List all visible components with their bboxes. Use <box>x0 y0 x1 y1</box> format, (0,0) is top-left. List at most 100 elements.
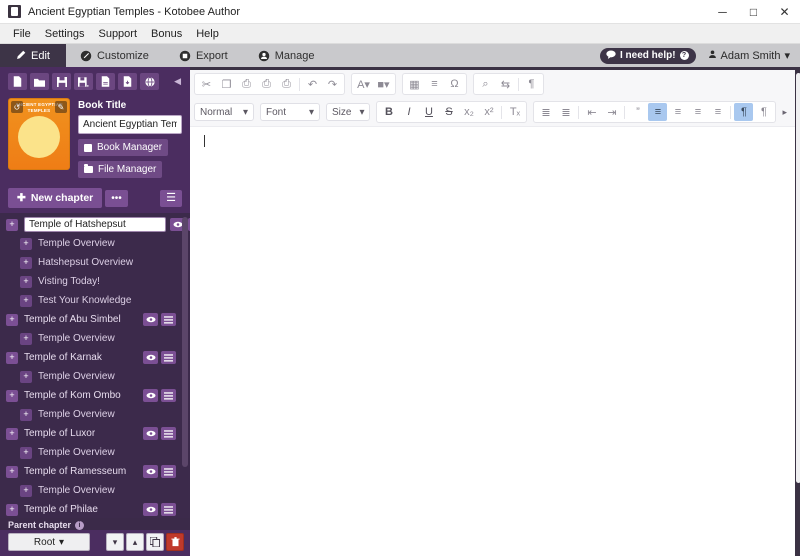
expand-node-icon[interactable]: + <box>6 313 18 326</box>
eye-icon[interactable] <box>143 503 158 516</box>
save-icon[interactable] <box>52 73 71 90</box>
paste-text-icon[interactable]: ⎙ <box>257 75 276 93</box>
menu-help[interactable]: Help <box>189 26 226 42</box>
expand-node-icon[interactable]: + <box>20 237 32 250</box>
move-up-button[interactable]: ▴ <box>126 533 144 551</box>
table-icon[interactable]: ▦ <box>405 75 424 93</box>
node-menu-icon[interactable] <box>161 351 176 364</box>
publish-globe-icon[interactable] <box>140 73 159 90</box>
blockquote-icon[interactable]: ” <box>628 103 647 121</box>
expand-node-icon[interactable]: + <box>20 275 32 288</box>
redo-icon[interactable]: ↷ <box>323 75 342 93</box>
tab-edit[interactable]: Edit <box>0 44 66 67</box>
text-color-icon[interactable]: A▾ <box>354 75 373 93</box>
book-manager-button[interactable]: Book Manager <box>78 139 169 156</box>
eye-icon[interactable] <box>143 427 158 440</box>
eye-icon[interactable] <box>143 465 158 478</box>
tree-node[interactable]: + Temple of Luxor <box>0 424 180 443</box>
edit-icon[interactable]: ✎ <box>55 101 67 113</box>
new-file-icon[interactable] <box>8 73 27 90</box>
eye-icon[interactable] <box>143 389 158 402</box>
cut-icon[interactable]: ✂ <box>197 75 216 93</box>
editor-scrollbar[interactable] <box>796 73 800 483</box>
node-menu-icon[interactable] <box>161 465 176 478</box>
eye-icon[interactable] <box>143 351 158 364</box>
italic-icon[interactable]: I <box>399 103 418 121</box>
close-button[interactable]: ✕ <box>769 0 800 24</box>
page-break-icon[interactable]: ¶ <box>522 75 541 93</box>
parent-chapter-select[interactable]: Root ▾ <box>8 533 90 551</box>
maximize-button[interactable]: □ <box>738 0 769 24</box>
ltr-direction-icon[interactable]: ¶ <box>734 103 754 121</box>
help-button[interactable]: I need help! ? <box>599 47 696 64</box>
tree-node[interactable]: + Temple Overview <box>0 234 180 253</box>
eye-icon[interactable] <box>143 313 158 326</box>
underline-icon[interactable]: U <box>419 103 438 121</box>
justify-icon[interactable]: ≡ <box>708 103 727 121</box>
increase-indent-icon[interactable]: ⇥ <box>602 103 621 121</box>
tree-node[interactable]: + Temple Overview <box>0 443 180 462</box>
paste-word-icon[interactable]: ⎙ <box>277 75 296 93</box>
chapter-name-input[interactable] <box>24 217 166 232</box>
rtl-direction-icon[interactable]: ¶ <box>754 103 773 121</box>
superscript-icon[interactable]: x² <box>479 103 498 121</box>
expand-node-icon[interactable]: + <box>6 389 18 402</box>
expand-node-icon[interactable]: + <box>6 351 18 364</box>
new-chapter-button[interactable]: ✚ New chapter <box>8 188 103 208</box>
format-select[interactable]: Normal ▾ <box>194 103 254 121</box>
remove-format-icon[interactable]: Tₓ <box>505 103 524 121</box>
align-center-icon[interactable]: ≡ <box>668 103 687 121</box>
file-manager-button[interactable]: File Manager <box>78 161 163 178</box>
copy-icon[interactable]: ❐ <box>217 75 236 93</box>
tree-node[interactable]: + Temple Overview <box>0 329 180 348</box>
trash-icon[interactable] <box>166 533 184 551</box>
expand-node-icon[interactable]: + <box>20 332 32 345</box>
book-title-input[interactable] <box>78 115 182 134</box>
horizontal-rule-icon[interactable]: ≡ <box>425 75 444 93</box>
tree-node[interactable]: + Temple Overview <box>0 481 180 500</box>
bulleted-list-icon[interactable]: ≣ <box>556 103 575 121</box>
strikethrough-icon[interactable]: S <box>439 103 458 121</box>
expand-node-icon[interactable]: + <box>20 294 32 307</box>
save-as-icon[interactable] <box>74 73 93 90</box>
minimize-button[interactable]: ─ <box>707 0 738 24</box>
refresh-icon[interactable]: ↺ <box>11 101 23 113</box>
expand-node-icon[interactable]: + <box>20 256 32 269</box>
export-pdf-icon[interactable] <box>96 73 115 90</box>
book-cover-thumbnail[interactable]: ANCIENT EGYPTIAN TEMPLES ↺ ✎ <box>8 98 70 170</box>
expand-node-icon[interactable]: + <box>6 503 18 516</box>
align-right-icon[interactable]: ≡ <box>688 103 707 121</box>
editor-content-area[interactable] <box>190 126 796 556</box>
tab-export[interactable]: Export <box>165 44 244 67</box>
background-color-icon[interactable]: ■▾ <box>374 75 393 93</box>
node-menu-icon[interactable] <box>161 503 176 516</box>
expand-node-icon[interactable]: + <box>20 370 32 383</box>
import-file-icon[interactable] <box>118 73 137 90</box>
tree-node[interactable]: + Temple of Abu Simbel <box>0 310 180 329</box>
expand-node-icon[interactable]: + <box>6 218 18 231</box>
collapse-sidebar-icon[interactable]: ◀ <box>174 76 184 87</box>
expand-node-icon[interactable]: + <box>6 465 18 478</box>
copy-icon[interactable] <box>146 533 164 551</box>
tree-node[interactable]: + Temple of Ramesseum <box>0 462 180 481</box>
tab-manage[interactable]: Manage <box>244 44 331 67</box>
toolbar-more-icon[interactable]: ▸ <box>782 107 791 118</box>
decrease-indent-icon[interactable]: ⇤ <box>582 103 601 121</box>
chapter-tree-scrollbar[interactable] <box>182 217 188 467</box>
expand-node-icon[interactable]: + <box>20 446 32 459</box>
node-menu-icon[interactable] <box>161 427 176 440</box>
expand-node-icon[interactable]: + <box>6 427 18 440</box>
new-chapter-options-button[interactable]: ••• <box>105 189 128 207</box>
tab-customize[interactable]: Customize <box>66 44 165 67</box>
size-select[interactable]: Size ▾ <box>326 103 371 121</box>
special-character-icon[interactable]: Ω <box>445 75 464 93</box>
tree-node[interactable]: + Hatshepsut Overview <box>0 253 180 272</box>
menu-support[interactable]: Support <box>91 26 144 42</box>
expand-node-icon[interactable]: + <box>20 484 32 497</box>
subscript-icon[interactable]: x₂ <box>459 103 478 121</box>
tree-node[interactable]: + Temple Overview <box>0 405 180 424</box>
tree-node[interactable]: + Temple of Kom Ombo <box>0 386 180 405</box>
align-left-icon[interactable]: ≡ <box>648 103 668 121</box>
expand-node-icon[interactable]: + <box>20 408 32 421</box>
tree-node[interactable]: + <box>0 215 190 234</box>
